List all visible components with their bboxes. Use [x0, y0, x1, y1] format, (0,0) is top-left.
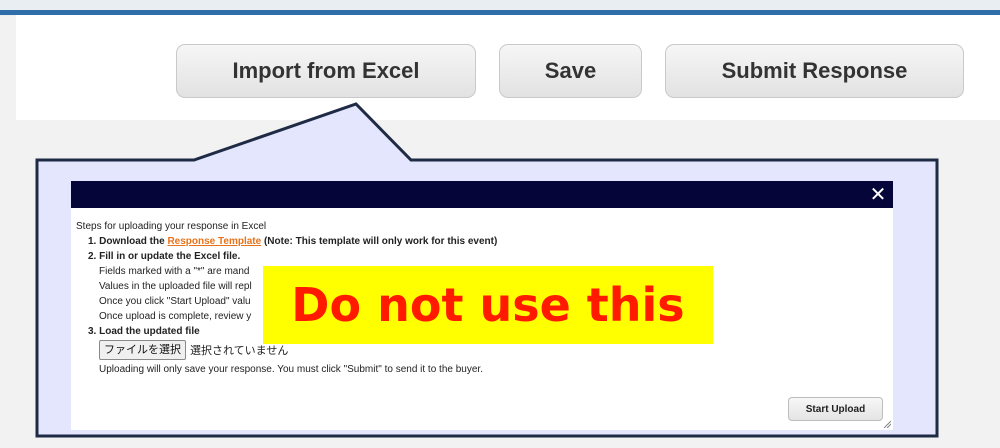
resize-handle-icon[interactable] [883, 420, 891, 428]
instructions-intro: Steps for uploading your response in Exc… [76, 221, 267, 232]
step-2: 2. Fill in or update the Excel file. [76, 249, 497, 264]
choose-file-button[interactable]: ファイルを選択 [99, 340, 186, 360]
step-2-title: 2. Fill in or update the Excel file. [88, 251, 241, 262]
step-1-note: (Note: This template will only work for … [261, 236, 498, 247]
response-template-link[interactable]: Response Template [167, 236, 261, 247]
step-1-prefix: 1. Download the [88, 236, 168, 247]
upload-note: Uploading will only save your response. … [99, 364, 483, 375]
warning-banner: Do not use this [263, 266, 713, 344]
close-icon[interactable]: ✕ [869, 181, 887, 208]
file-status-text: 選択されていません [190, 343, 289, 357]
start-upload-button[interactable]: Start Upload [788, 397, 883, 421]
dialog-header: ✕ [71, 181, 893, 208]
step-1: 1. Download the Response Template (Note:… [76, 234, 497, 249]
